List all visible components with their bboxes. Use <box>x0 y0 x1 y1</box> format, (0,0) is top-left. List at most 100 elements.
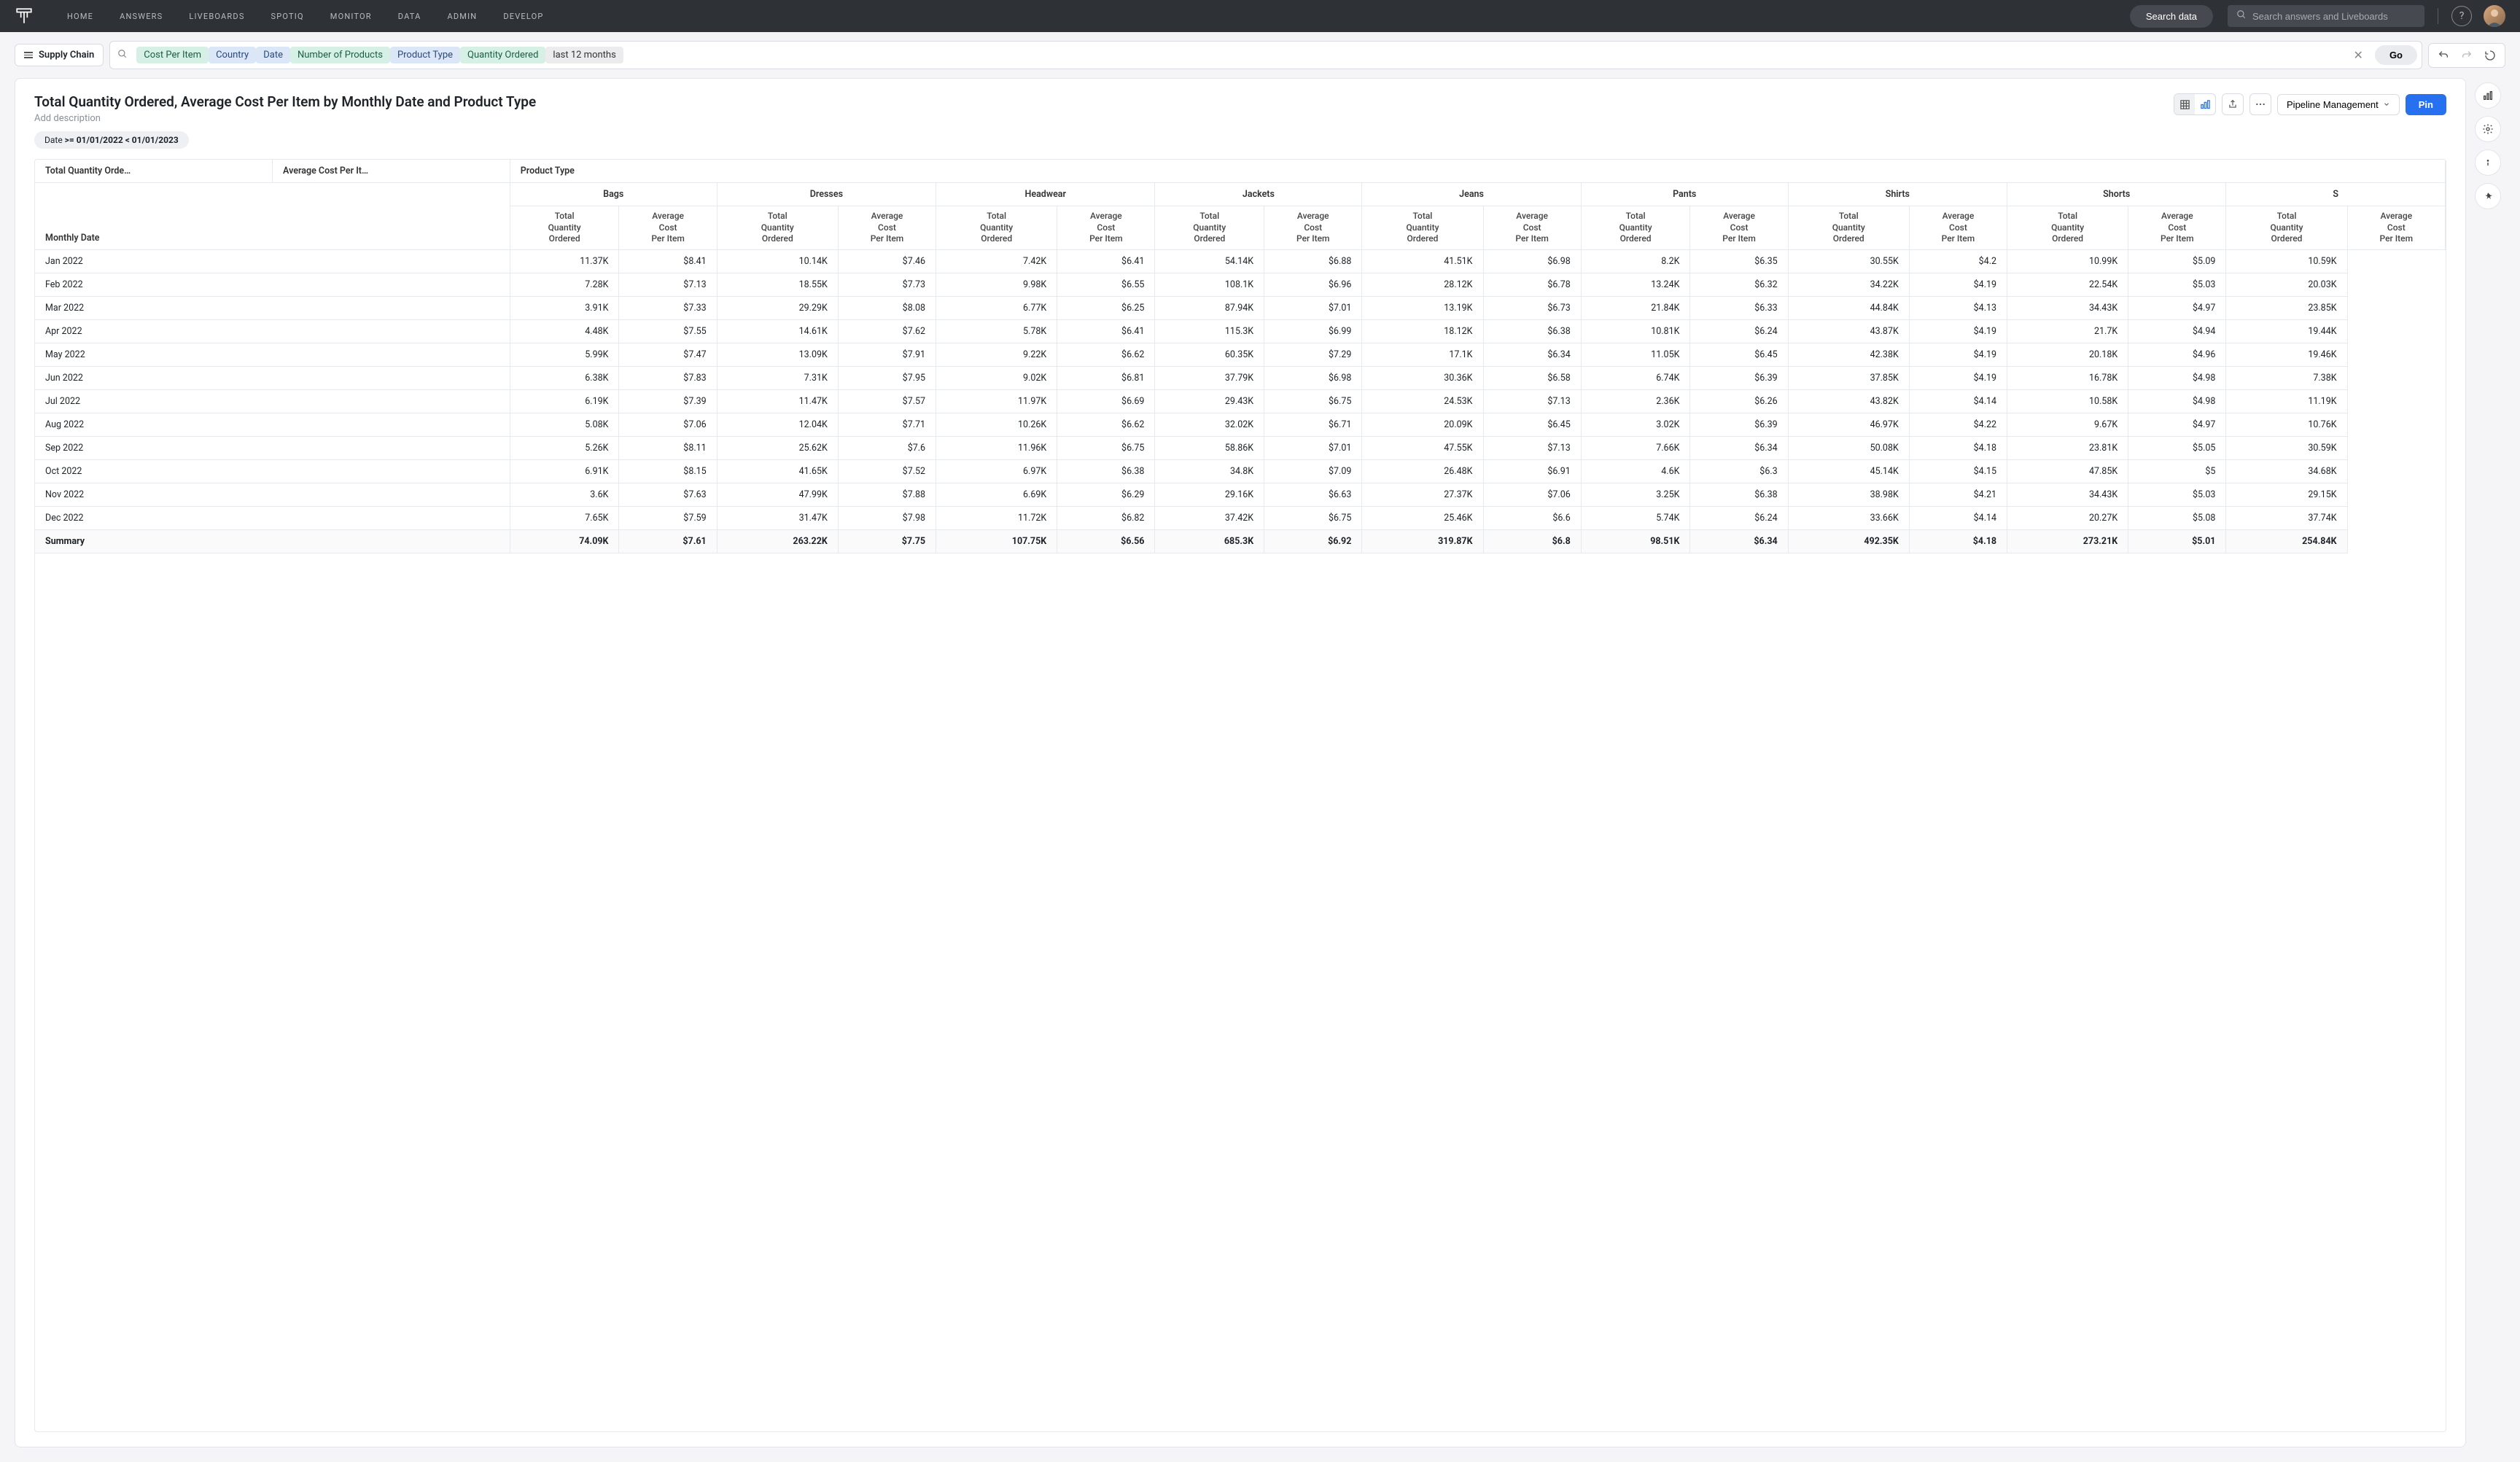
settings-button[interactable] <box>2475 116 2501 142</box>
go-button[interactable]: Go <box>2375 45 2417 65</box>
nav-data[interactable]: DATA <box>385 0 435 32</box>
sub-header-tqo[interactable]: TotalQuantityOrdered <box>718 206 839 250</box>
data-cell: $4.98 <box>2128 367 2226 390</box>
pipeline-dropdown[interactable]: Pipeline Management <box>2277 94 2400 115</box>
sub-header-tqo[interactable]: TotalQuantityOrdered <box>1362 206 1483 250</box>
more-options-button[interactable] <box>2249 93 2271 115</box>
table-row[interactable]: Sep 20225.26K$8.1125.62K$7.611.96K$6.755… <box>35 437 2446 460</box>
info-button[interactable] <box>2475 149 2501 176</box>
query-chip[interactable]: Number of Products <box>290 47 390 63</box>
table-row[interactable]: Jun 20226.38K$7.837.31K$7.959.02K$6.8137… <box>35 367 2446 390</box>
data-cell: 5.78K <box>936 320 1057 343</box>
search-data-button[interactable]: Search data <box>2130 5 2213 28</box>
nav-spotiq[interactable]: SPOTIQ <box>258 0 317 32</box>
sub-header-acpi[interactable]: AverageCostPer Item <box>1690 206 1788 250</box>
sub-header-tqo[interactable]: TotalQuantityOrdered <box>510 206 620 250</box>
sub-header-acpi[interactable]: AverageCostPer Item <box>1264 206 1362 250</box>
query-chip[interactable]: Product Type <box>390 47 460 63</box>
share-button[interactable] <box>2222 93 2244 115</box>
product-type-header[interactable]: Jeans <box>1362 183 1581 206</box>
product-type-header[interactable]: Shorts <box>2007 183 2226 206</box>
spotiq-button[interactable] <box>2475 183 2501 209</box>
summary-cell: 107.75K <box>936 530 1057 553</box>
product-type-header[interactable]: Pants <box>1582 183 1789 206</box>
product-type-header[interactable]: Shirts <box>1789 183 2007 206</box>
pivot-table[interactable]: Total Quantity Orde…Average Cost Per It…… <box>34 159 2446 1432</box>
data-cell: $5.03 <box>2128 273 2226 297</box>
global-search-input[interactable] <box>2252 11 2416 22</box>
data-cell: $7.46 <box>839 250 936 273</box>
product-type-header[interactable]: Jackets <box>1155 183 1362 206</box>
sub-header-acpi[interactable]: AverageCostPer Item <box>619 206 717 250</box>
add-description[interactable]: Add description <box>34 113 2165 124</box>
product-type-header[interactable]: Headwear <box>936 183 1155 206</box>
data-source-selector[interactable]: Supply Chain <box>15 44 104 66</box>
redo-button[interactable] <box>2457 47 2477 64</box>
table-row[interactable]: Aug 20225.08K$7.0612.04K$7.7110.26K$6.62… <box>35 413 2446 437</box>
query-chip[interactable]: Cost Per Item <box>136 47 209 63</box>
col-product-type[interactable]: Product Type <box>510 160 2446 183</box>
sub-header-acpi[interactable]: AverageCostPer Item <box>1484 206 1582 250</box>
undo-button[interactable] <box>2433 47 2454 64</box>
table-row[interactable]: May 20225.99K$7.4713.09K$7.919.22K$6.626… <box>35 343 2446 367</box>
data-cell: 17.1K <box>1362 343 1483 367</box>
sub-header-tqo[interactable]: TotalQuantityOrdered <box>2226 206 2347 250</box>
help-button[interactable]: ? <box>2451 6 2472 26</box>
col-monthly-date[interactable]: Monthly Date <box>35 183 510 250</box>
col-acpi[interactable]: Average Cost Per It… <box>273 160 510 183</box>
sub-header-tqo[interactable]: TotalQuantityOrdered <box>2007 206 2128 250</box>
summary-cell: 263.22K <box>718 530 839 553</box>
data-cell: 32.02K <box>1155 413 1264 437</box>
query-chip[interactable]: Quantity Ordered <box>460 47 545 63</box>
pin-button[interactable]: Pin <box>2406 94 2446 115</box>
data-cell: $4.14 <box>1910 507 2007 530</box>
sub-header-tqo[interactable]: TotalQuantityOrdered <box>1789 206 1910 250</box>
chart-view-button[interactable] <box>2195 94 2215 114</box>
user-avatar[interactable] <box>2484 5 2505 27</box>
summary-cell: $6.56 <box>1057 530 1155 553</box>
sub-header-tqo[interactable]: TotalQuantityOrdered <box>936 206 1057 250</box>
chart-config-button[interactable] <box>2475 82 2501 109</box>
query-chip[interactable]: Country <box>209 47 256 63</box>
table-row[interactable]: Jan 202211.37K$8.4110.14K$7.467.42K$6.41… <box>35 250 2446 273</box>
date-filter-pill[interactable]: Date >= 01/01/2022 < 01/01/2023 <box>34 131 189 149</box>
sub-header-acpi[interactable]: AverageCostPer Item <box>839 206 936 250</box>
nav-develop[interactable]: DEVELOP <box>490 0 556 32</box>
table-row[interactable]: Feb 20227.28K$7.1318.55K$7.739.98K$6.551… <box>35 273 2446 297</box>
product-type-header[interactable]: Dresses <box>718 183 936 206</box>
table-row[interactable]: Apr 20224.48K$7.5514.61K$7.625.78K$6.411… <box>35 320 2446 343</box>
reset-button[interactable] <box>2480 47 2500 64</box>
col-tqo[interactable]: Total Quantity Orde… <box>35 160 273 183</box>
data-cell: 34.43K <box>2007 297 2128 320</box>
table-row[interactable]: Nov 20223.6K$7.6347.99K$7.886.69K$6.2929… <box>35 483 2446 507</box>
query-chip[interactable]: Date <box>256 47 290 63</box>
table-row[interactable]: Dec 20227.65K$7.5931.47K$7.9811.72K$6.82… <box>35 507 2446 530</box>
nav-home[interactable]: HOME <box>54 0 106 32</box>
nav-liveboards[interactable]: LIVEBOARDS <box>176 0 257 32</box>
table-row[interactable]: Oct 20226.91K$8.1541.65K$7.526.97K$6.383… <box>35 460 2446 483</box>
sub-header-acpi[interactable]: AverageCostPer Item <box>2348 206 2446 250</box>
query-input[interactable]: Cost Per ItemCountryDateNumber of Produc… <box>109 41 2422 69</box>
logo[interactable] <box>15 7 34 26</box>
sub-header-tqo[interactable]: TotalQuantityOrdered <box>1582 206 1691 250</box>
sub-header-acpi[interactable]: AverageCostPer Item <box>1057 206 1155 250</box>
product-type-header[interactable]: S <box>2226 183 2446 206</box>
global-search[interactable] <box>2228 5 2424 27</box>
table-view-button[interactable] <box>2174 94 2195 114</box>
table-row[interactable]: Mar 20223.91K$7.3329.29K$8.086.77K$6.258… <box>35 297 2446 320</box>
data-cell: $6.75 <box>1264 507 1362 530</box>
table-row[interactable]: Jul 20226.19K$7.3911.47K$7.5711.97K$6.69… <box>35 390 2446 413</box>
sub-header-acpi[interactable]: AverageCostPer Item <box>2128 206 2226 250</box>
nav-admin[interactable]: ADMIN <box>435 0 491 32</box>
query-chip[interactable]: last 12 months <box>545 47 623 63</box>
data-cell: $6.33 <box>1690 297 1788 320</box>
nav-answers[interactable]: ANSWERS <box>106 0 176 32</box>
clear-query-button[interactable]: ✕ <box>2348 47 2369 63</box>
data-cell: $6.25 <box>1057 297 1155 320</box>
sub-header-tqo[interactable]: TotalQuantityOrdered <box>1155 206 1264 250</box>
product-type-header[interactable]: Bags <box>510 183 718 206</box>
nav-monitor[interactable]: MONITOR <box>317 0 385 32</box>
data-cell: $4.13 <box>1910 297 2007 320</box>
sub-header-acpi[interactable]: AverageCostPer Item <box>1910 206 2007 250</box>
data-cell: 18.12K <box>1362 320 1483 343</box>
